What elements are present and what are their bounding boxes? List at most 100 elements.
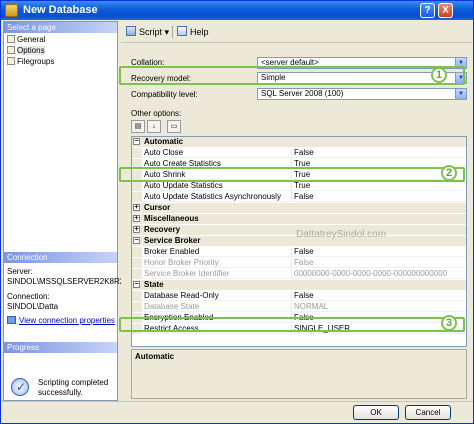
progress-status: Scripting completed successfully. xyxy=(38,378,109,397)
page-icon xyxy=(7,57,15,65)
grid-property-value[interactable]: NORMAL xyxy=(294,302,328,312)
grid-category-row[interactable]: + Miscellaneous xyxy=(132,214,466,224)
database-icon xyxy=(5,4,18,17)
callout-restrict-access xyxy=(119,317,465,332)
grid-property-row[interactable]: Service Broker Identifier 00000000-0000-0… xyxy=(132,269,466,279)
grid-property-name: Service Broker Identifier xyxy=(144,269,292,279)
grid-property-row[interactable]: Broker Enabled False xyxy=(132,247,466,257)
grid-property-name: Honor Broker Priority xyxy=(144,258,292,268)
help-title-button[interactable]: ? xyxy=(420,3,435,18)
other-options-label: Other options: xyxy=(131,109,182,118)
window-title: New Database xyxy=(23,4,98,16)
grid-property-row[interactable]: Auto Close False xyxy=(132,148,466,158)
close-button[interactable]: X xyxy=(438,3,453,18)
view-connection-properties-link[interactable]: View connection properties xyxy=(7,316,115,325)
connection-label: Connection: xyxy=(7,292,50,301)
grid-property-value[interactable]: True xyxy=(294,181,310,191)
grid-property-row[interactable]: Auto Update Statistics Asynchronously Fal… xyxy=(132,192,466,202)
page-icon xyxy=(7,46,15,54)
progress-header: Progress xyxy=(4,342,117,353)
grid-gutter xyxy=(132,302,142,312)
grid-property-name: Database Read-Only xyxy=(144,291,292,301)
chevron-down-icon[interactable]: ▼ xyxy=(455,89,466,99)
left-pane: Select a page General Options Filegroups… xyxy=(3,21,124,401)
server-value: SINDOL\MSSQLSERVER2K8R2 xyxy=(7,277,125,286)
grid-property-value[interactable]: False xyxy=(294,258,314,268)
grid-category-row[interactable]: − State xyxy=(132,280,466,290)
property-pages-button[interactable]: ▭ xyxy=(167,120,181,133)
grid-gutter: − xyxy=(132,236,142,246)
grid-gutter: + xyxy=(132,225,142,235)
script-icon xyxy=(126,26,136,36)
expand-icon[interactable]: + xyxy=(133,226,140,233)
callout-number-2: 2 xyxy=(441,165,457,181)
grid-property-value[interactable]: False xyxy=(294,247,314,257)
page-item-options[interactable]: Options xyxy=(7,46,45,56)
compatibility-level-label: Compatibility level: xyxy=(131,90,198,99)
cancel-button[interactable]: Cancel xyxy=(405,405,451,420)
toolbar: Script ▾ Help xyxy=(121,21,472,43)
success-check-icon xyxy=(11,378,29,396)
collapse-icon[interactable]: − xyxy=(133,138,140,145)
ok-button[interactable]: OK xyxy=(353,405,399,420)
grid-gutter xyxy=(132,269,142,279)
grid-category-name: Cursor xyxy=(144,203,171,212)
grid-gutter: + xyxy=(132,203,142,213)
grid-property-row[interactable]: Honor Broker Priority False xyxy=(132,258,466,268)
toolbar-separator xyxy=(172,26,173,38)
grid-category-name: Automatic xyxy=(144,137,184,146)
sort-alphabetical-button[interactable]: ↓ xyxy=(147,120,161,133)
callout-number-1: 1 xyxy=(431,67,447,83)
script-button[interactable]: Script ▾ xyxy=(126,26,169,38)
grid-category-name: Service Broker xyxy=(144,236,201,245)
server-label: Server: xyxy=(7,267,33,276)
grid-gutter: + xyxy=(132,214,142,224)
grid-category-name: State xyxy=(144,280,164,289)
collapse-icon[interactable]: − xyxy=(133,281,140,288)
grid-property-name: Auto Close xyxy=(144,148,292,158)
grid-category-row[interactable]: − Automatic xyxy=(132,137,466,147)
select-page-header: Select a page xyxy=(4,22,117,33)
compatibility-level-select[interactable]: SQL Server 2008 (100) ▼ xyxy=(257,88,467,100)
callout-auto-shrink xyxy=(119,167,465,182)
grid-property-name: Database State xyxy=(144,302,292,312)
grid-gutter: − xyxy=(132,137,142,147)
categorized-button[interactable]: ▤ xyxy=(131,120,145,133)
collapse-icon[interactable]: − xyxy=(133,237,140,244)
connection-properties-icon xyxy=(7,316,16,324)
grid-property-row[interactable]: Database State NORMAL xyxy=(132,302,466,312)
connection-value: SINDOL\Datta xyxy=(7,302,59,311)
expand-icon[interactable]: + xyxy=(133,215,140,222)
grid-toolbar: ▤ ↓ ▭ xyxy=(131,120,221,134)
watermark: DattatreySindol.com xyxy=(296,229,387,240)
grid-property-name: Auto Update Statistics xyxy=(144,181,292,191)
page-item-general[interactable]: General xyxy=(7,35,45,45)
expand-icon[interactable]: + xyxy=(133,204,140,211)
page-item-filegroups[interactable]: Filegroups xyxy=(7,57,54,67)
new-database-dialog: New Database ? X Select a page General O… xyxy=(0,0,474,424)
grid-gutter xyxy=(132,258,142,268)
grid-property-value[interactable]: 00000000-0000-0000-0000-000000000000 xyxy=(294,269,447,279)
connection-header: Connection xyxy=(4,252,117,263)
help-icon xyxy=(177,26,187,36)
grid-gutter xyxy=(132,148,142,158)
description-title: Automatic xyxy=(135,352,175,361)
grid-property-row[interactable]: Database Read-Only False xyxy=(132,291,466,301)
grid-category-row[interactable]: + Cursor xyxy=(132,203,466,213)
page-icon xyxy=(7,35,15,43)
grid-gutter xyxy=(132,181,142,191)
grid-property-value[interactable]: False xyxy=(294,192,314,202)
grid-property-name: Broker Enabled xyxy=(144,247,292,257)
grid-property-value[interactable]: False xyxy=(294,291,314,301)
grid-property-value[interactable]: False xyxy=(294,148,314,158)
chevron-down-icon[interactable]: ▾ xyxy=(165,27,170,37)
description-panel: Automatic xyxy=(131,349,467,399)
grid-gutter xyxy=(132,291,142,301)
grid-gutter xyxy=(132,247,142,257)
grid-gutter xyxy=(132,192,142,202)
help-button[interactable]: Help xyxy=(177,26,209,37)
grid-property-row[interactable]: Auto Update Statistics True xyxy=(132,181,466,191)
dialog-buttons: OK Cancel xyxy=(1,401,473,423)
callout-number-3: 3 xyxy=(441,315,457,331)
title-bar: New Database ? X xyxy=(1,1,473,20)
